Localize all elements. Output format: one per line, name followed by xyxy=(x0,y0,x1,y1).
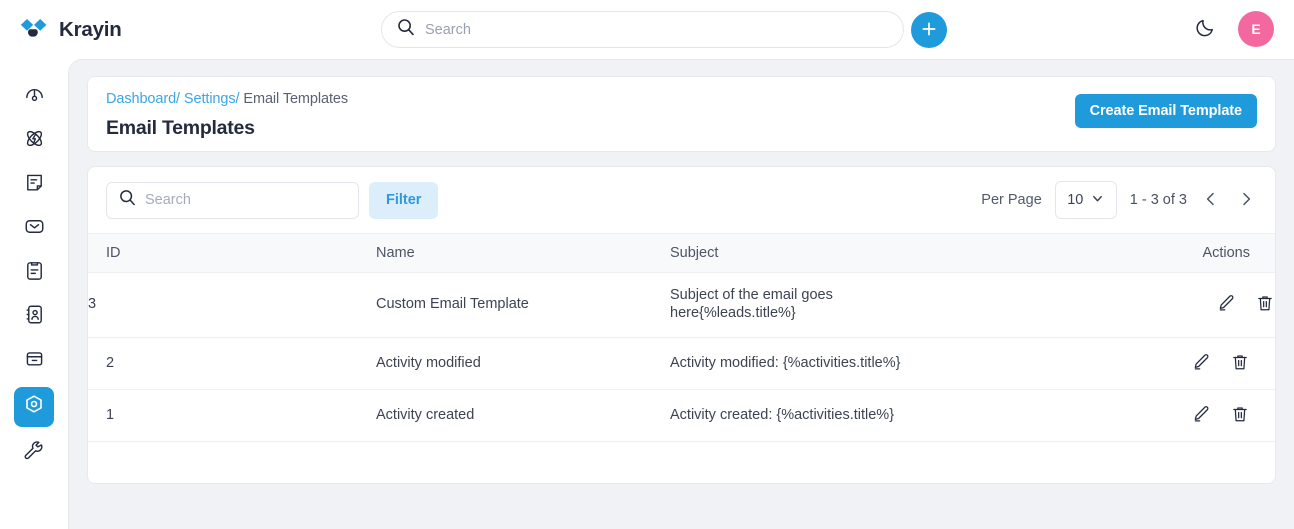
pagination: Per Page 10 1 - 3 of 3 xyxy=(981,181,1257,219)
chevron-left-icon xyxy=(1203,191,1219,210)
avatar-initial: E xyxy=(1251,21,1261,37)
plus-icon xyxy=(920,20,938,41)
edit-row-button[interactable] xyxy=(1216,293,1236,316)
sidebar-item-contacts[interactable] xyxy=(14,299,54,334)
hexagon-gear-icon xyxy=(22,393,46,422)
user-avatar[interactable]: E xyxy=(1238,11,1274,47)
brand-logo-link[interactable]: Krayin xyxy=(20,16,200,44)
sidebar-item-mail[interactable] xyxy=(14,211,54,246)
column-header-id[interactable]: ID xyxy=(88,233,376,273)
chevron-down-icon xyxy=(1091,192,1104,209)
box-icon xyxy=(23,347,46,375)
cell-actions xyxy=(1170,337,1275,391)
email-templates-table: ID Name Subject Actions 3 Custom Email T… xyxy=(88,233,1275,443)
dark-mode-toggle-button[interactable] xyxy=(1192,16,1218,42)
breadcrumb-current: Email Templates xyxy=(243,91,348,107)
per-page-select[interactable]: 10 xyxy=(1054,181,1117,219)
email-templates-table-card: Filter Per Page 10 1 - 3 of 3 xyxy=(87,166,1276,484)
cell-subject: Subject of the email goes here{%leads.ti… xyxy=(670,272,1170,339)
previous-page-button[interactable] xyxy=(1200,189,1222,211)
breadcrumb-separator-2: / xyxy=(235,91,240,107)
search-icon xyxy=(119,189,136,211)
add-new-button[interactable] xyxy=(911,12,947,48)
chevron-right-icon xyxy=(1238,191,1254,210)
cell-name: Custom Email Template xyxy=(376,272,670,339)
sidebar-item-leads[interactable] xyxy=(14,123,54,158)
table-row[interactable]: 3 Custom Email Template Subject of the e… xyxy=(88,272,1275,339)
table-body: 3 Custom Email Template Subject of the e… xyxy=(88,272,1275,443)
wrench-icon xyxy=(23,440,46,468)
table-search[interactable] xyxy=(106,181,359,219)
sidebar-item-products[interactable] xyxy=(14,343,54,378)
sidebar xyxy=(0,59,68,529)
sidebar-item-quotes[interactable] xyxy=(14,167,54,202)
global-search[interactable] xyxy=(381,11,904,48)
cell-subject: Activity modified: {%activities.title%} xyxy=(670,337,1170,391)
sidebar-item-settings[interactable] xyxy=(14,387,54,427)
search-input[interactable] xyxy=(425,21,903,38)
table-row[interactable]: 2 Activity modified Activity modified: {… xyxy=(88,337,1275,391)
pencil-icon xyxy=(1191,404,1211,427)
trash-icon xyxy=(1230,404,1250,427)
delete-row-button[interactable] xyxy=(1230,404,1250,427)
top-bar-right: E xyxy=(1192,11,1274,47)
cell-subject-text: Subject of the email goes here{%leads.ti… xyxy=(670,287,833,321)
per-page-value: 10 xyxy=(1067,192,1084,208)
next-page-button[interactable] xyxy=(1235,189,1257,211)
create-email-template-button[interactable]: Create Email Template xyxy=(1074,94,1257,128)
column-header-actions: Actions xyxy=(1170,233,1275,273)
cell-id: 2 xyxy=(88,337,376,391)
page-header-card: Dashboard/ Settings/ Email Templates Ema… xyxy=(87,76,1276,152)
filter-button[interactable]: Filter xyxy=(369,181,439,219)
table-row[interactable]: 1 Activity created Activity created: {%a… xyxy=(88,389,1275,443)
main-content: Dashboard/ Settings/ Email Templates Ema… xyxy=(68,59,1294,529)
delete-row-button[interactable] xyxy=(1255,293,1275,316)
sidebar-item-configuration[interactable] xyxy=(14,436,54,471)
cell-actions xyxy=(1170,272,1275,339)
moon-icon xyxy=(1195,17,1216,41)
table-toolbar: Filter Per Page 10 1 - 3 of 3 xyxy=(88,167,1275,233)
table-header-row: ID Name Subject Actions xyxy=(88,233,1275,273)
pencil-icon xyxy=(1191,352,1211,375)
address-book-icon xyxy=(23,303,46,331)
cell-id: 3 xyxy=(88,272,376,339)
delete-row-button[interactable] xyxy=(1230,352,1250,375)
edit-row-button[interactable] xyxy=(1191,352,1211,375)
pencil-icon xyxy=(1216,293,1236,316)
gauge-icon xyxy=(23,83,46,111)
sidebar-item-activities[interactable] xyxy=(14,255,54,290)
clipboard-icon xyxy=(23,259,46,287)
trash-icon xyxy=(1230,352,1250,375)
document-icon xyxy=(23,171,46,199)
per-page-label: Per Page xyxy=(981,192,1042,208)
cell-actions xyxy=(1170,389,1275,443)
table-search-input[interactable] xyxy=(145,192,358,208)
column-header-subject[interactable]: Subject xyxy=(670,233,1170,273)
sidebar-item-dashboard[interactable] xyxy=(14,79,54,114)
envelope-icon xyxy=(23,215,46,243)
cell-subject: Activity created: {%activities.title%} xyxy=(670,389,1170,443)
edit-row-button[interactable] xyxy=(1191,404,1211,427)
breadcrumb-settings[interactable]: Settings xyxy=(184,91,236,107)
cell-id: 1 xyxy=(88,389,376,443)
table-head: ID Name Subject Actions xyxy=(88,233,1275,273)
cell-name: Activity created xyxy=(376,389,670,443)
breadcrumb-dashboard[interactable]: Dashboard xyxy=(106,91,176,107)
top-bar: Krayin Search E xyxy=(0,0,1294,59)
column-header-name[interactable]: Name xyxy=(376,233,670,273)
search-icon xyxy=(397,18,415,41)
krayin-logo-icon xyxy=(20,16,50,44)
page-range-text: 1 - 3 of 3 xyxy=(1129,192,1187,208)
atom-icon xyxy=(23,127,46,155)
breadcrumb-separator-1: / xyxy=(176,91,180,107)
cell-name: Activity modified xyxy=(376,337,670,391)
trash-icon xyxy=(1255,293,1275,316)
brand-name: Krayin xyxy=(59,17,122,41)
